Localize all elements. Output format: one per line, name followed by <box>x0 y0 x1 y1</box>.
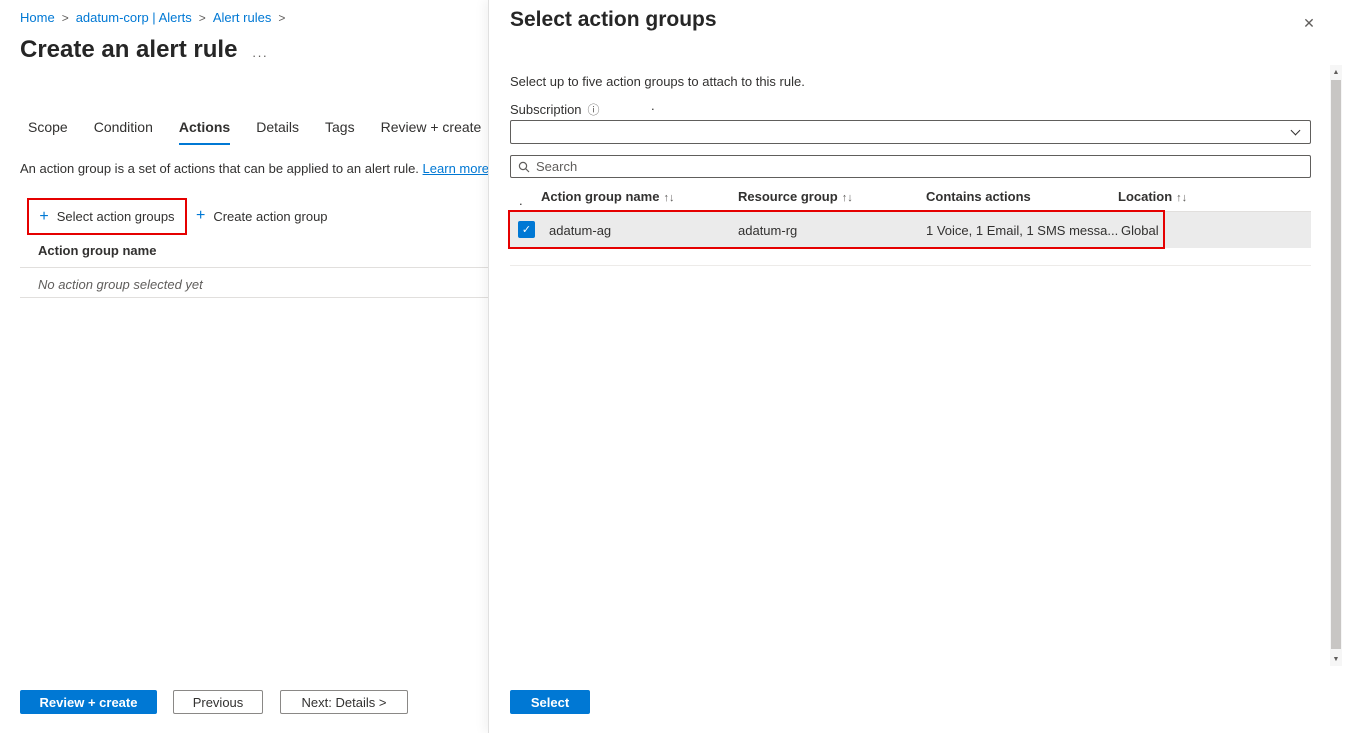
chevron-down-icon <box>1291 126 1301 136</box>
subscription-label-text: Subscription <box>510 102 582 117</box>
search-input[interactable] <box>536 159 1303 174</box>
column-header-label: Contains actions <box>926 189 1031 204</box>
action-group-name-header: Action group name <box>38 243 156 258</box>
scroll-down-icon: ▼ <box>1333 656 1340 663</box>
learn-more-link[interactable]: Learn more <box>423 161 489 176</box>
close-button[interactable]: ✕ <box>1299 13 1319 33</box>
subscription-label: Subscription ⓘ <box>510 101 600 118</box>
chevron-right-icon: > <box>62 11 69 25</box>
breadcrumb-link-home[interactable]: Home <box>20 10 55 25</box>
column-header-label: Resource group <box>738 189 838 204</box>
column-header-contains-actions: Contains actions <box>926 189 1031 204</box>
review-create-button[interactable]: Review + create <box>20 690 157 714</box>
create-action-group-button[interactable]: + Create action group <box>196 208 328 224</box>
tab-review-create[interactable]: Review + create <box>381 119 482 145</box>
select-button[interactable]: Select <box>510 690 590 714</box>
select-action-groups-button[interactable]: + Select action groups <box>39 209 174 225</box>
tab-bar: Scope Condition Actions Details Tags Rev… <box>28 119 481 145</box>
sort-icon: ↑↓ <box>842 192 853 204</box>
add-icon: + <box>196 208 205 224</box>
search-icon <box>518 161 530 173</box>
subscription-dropdown[interactable] <box>510 120 1311 144</box>
select-all-indicator: . <box>519 193 523 208</box>
actions-description: An action group is a set of actions that… <box>20 161 489 176</box>
select-action-groups-label: Select action groups <box>57 209 175 224</box>
panel-title: Select action groups <box>510 8 717 32</box>
previous-button[interactable]: Previous <box>173 690 263 714</box>
more-options-button[interactable]: ··· <box>252 48 268 63</box>
callout-select-action-groups: + Select action groups <box>27 198 187 235</box>
tab-actions[interactable]: Actions <box>179 119 230 145</box>
description-text: An action group is a set of actions that… <box>20 161 419 176</box>
close-icon: ✕ <box>1303 15 1315 32</box>
page-title: Create an alert rule <box>20 36 237 64</box>
info-icon[interactable]: ⓘ <box>588 101 600 118</box>
chevron-right-icon: > <box>278 11 285 25</box>
select-action-groups-panel: Select action groups ✕ Select up to five… <box>488 0 1345 733</box>
sort-icon: ↑↓ <box>663 192 674 204</box>
column-header-resource-group[interactable]: Resource group ↑↓ <box>738 189 853 204</box>
create-action-group-label: Create action group <box>213 209 327 224</box>
panel-subtitle: Select up to five action groups to attac… <box>510 74 805 89</box>
scroll-up-icon: ▲ <box>1333 69 1340 76</box>
tab-details[interactable]: Details <box>256 119 299 145</box>
scroll-down-button[interactable]: ▼ <box>1330 652 1342 666</box>
column-header-label: Action group name <box>541 189 659 204</box>
column-header-label: Location <box>1118 189 1172 204</box>
add-icon: + <box>39 209 48 225</box>
callout-selected-row <box>508 210 1165 249</box>
breadcrumb-link-alerts[interactable]: adatum-corp | Alerts <box>76 10 192 25</box>
breadcrumb-link-alert-rules[interactable]: Alert rules <box>213 10 272 25</box>
next-details-button[interactable]: Next: Details > <box>280 690 408 714</box>
divider <box>510 265 1311 266</box>
column-header-action-group-name[interactable]: Action group name ↑↓ <box>541 189 674 204</box>
breadcrumb: Home > adatum-corp | Alerts > Alert rule… <box>20 10 285 25</box>
scrollbar[interactable]: ▲ ▼ <box>1330 65 1342 666</box>
search-box <box>510 155 1311 178</box>
scrollbar-thumb[interactable] <box>1331 80 1341 649</box>
dot: . <box>651 98 655 113</box>
sort-icon: ↑↓ <box>1176 192 1187 204</box>
tab-scope[interactable]: Scope <box>28 119 68 145</box>
screen: Home > adatum-corp | Alerts > Alert rule… <box>0 0 1345 733</box>
empty-state-message: No action group selected yet <box>38 277 203 292</box>
tab-condition[interactable]: Condition <box>94 119 153 145</box>
column-header-location[interactable]: Location ↑↓ <box>1118 189 1187 204</box>
chevron-right-icon: > <box>199 11 206 25</box>
scroll-up-button[interactable]: ▲ <box>1330 65 1342 79</box>
tab-tags[interactable]: Tags <box>325 119 355 145</box>
